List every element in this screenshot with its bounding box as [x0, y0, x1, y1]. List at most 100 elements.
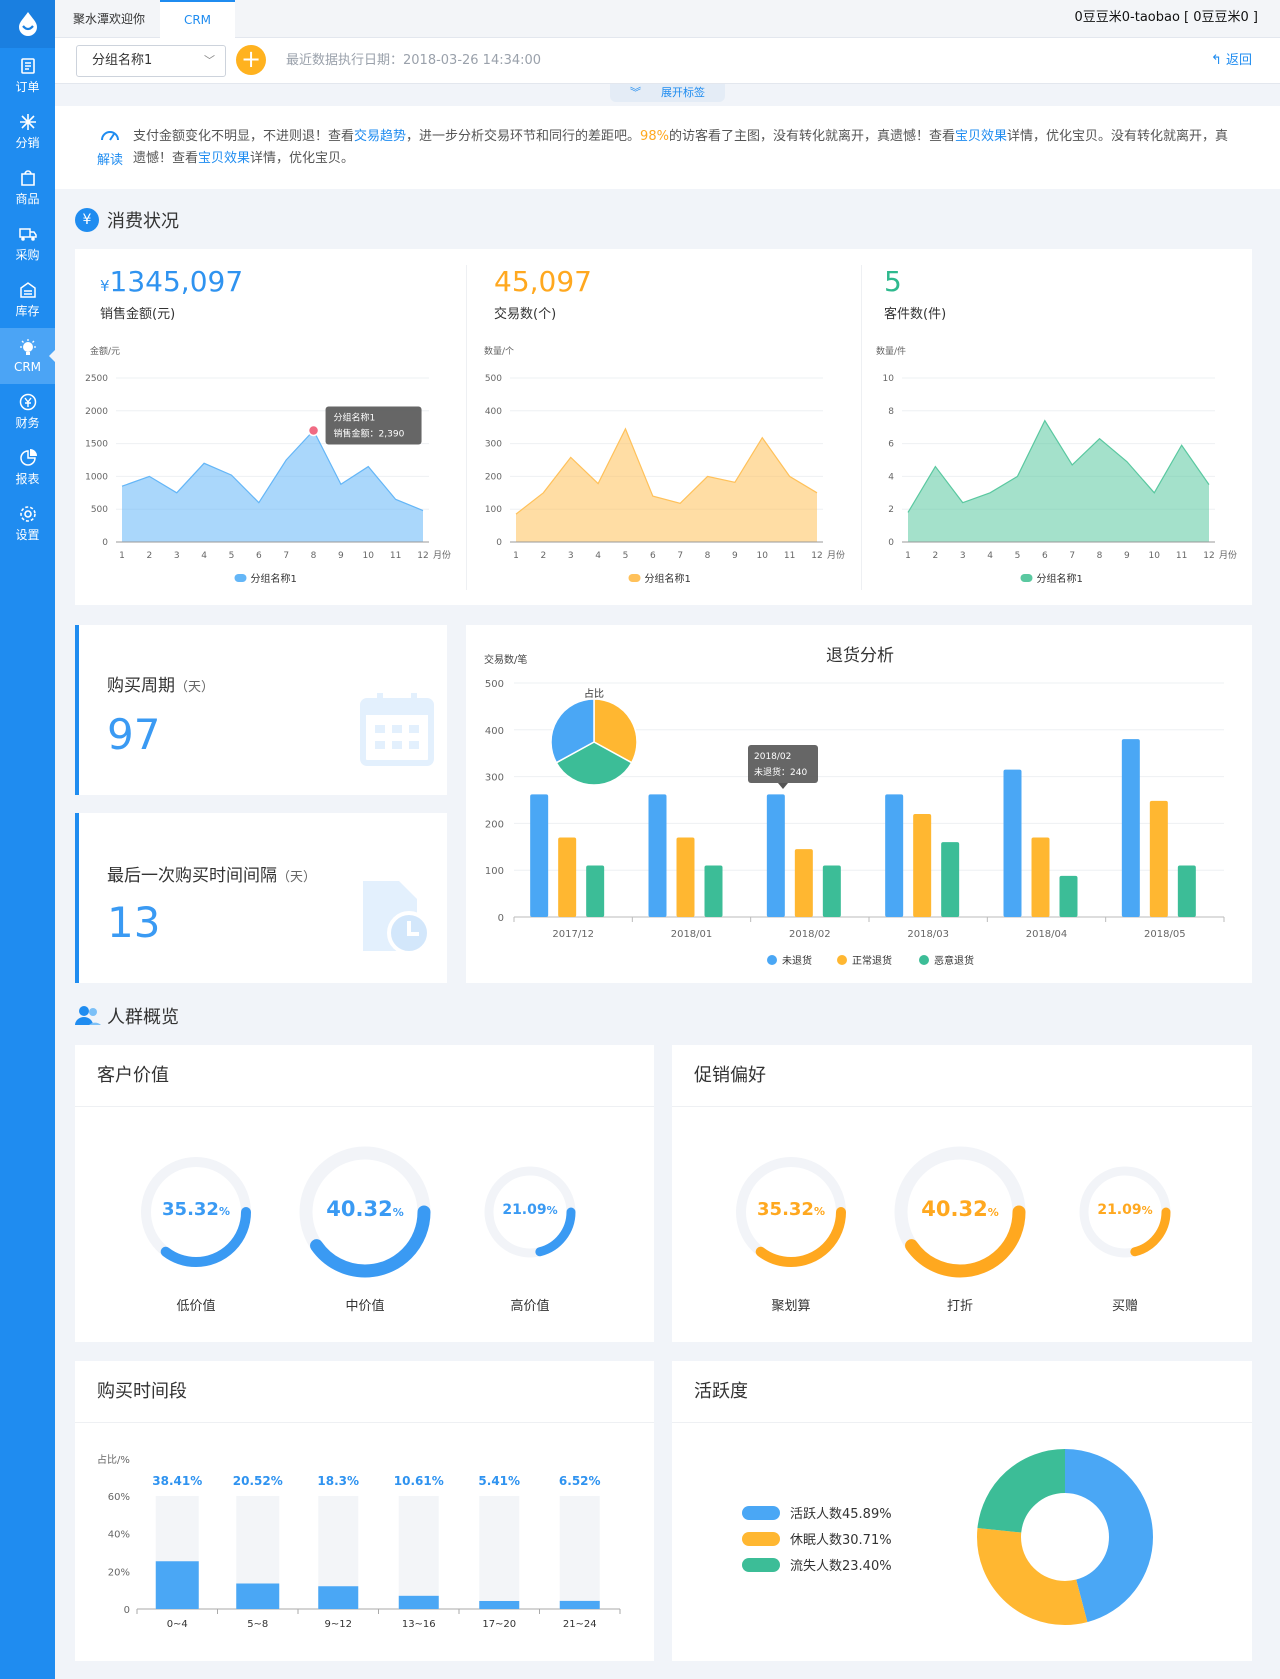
sidebar: 订单 分销 商品 采购 库存 CRM 财务报表设置 — [0, 0, 55, 1679]
tick-label: 1 — [905, 551, 911, 561]
legend-label: 活跃人数45.89% — [790, 1507, 892, 1522]
y-tick-label: 60% — [108, 1492, 130, 1503]
distribution-icon — [19, 114, 36, 130]
y-axis-label: 交易数/笔 — [484, 653, 527, 666]
ring-value-number: 21.09 — [502, 1202, 547, 1219]
ring-label: 中价值 — [345, 1299, 385, 1314]
category-label: 2018/04 — [1026, 929, 1068, 940]
activity-donut-chart — [977, 1449, 1153, 1625]
tick-label: 4 — [201, 551, 207, 561]
tick-label: 2 — [932, 551, 938, 561]
y-tick-label: 0 — [124, 1605, 130, 1616]
tab-crm[interactable]: CRM — [160, 0, 235, 38]
trade-count-chart: 数量/个01002003004005001 2 3 4 5 6 7 8 9 10 11 12 月份分组名… — [484, 345, 845, 585]
category-label: 17~20 — [482, 1619, 516, 1630]
report-icon — [19, 449, 37, 466]
back-label: 返回 — [1225, 53, 1252, 68]
legend-swatch — [742, 1505, 780, 1520]
stat-unit: （天） — [277, 870, 317, 885]
tick-label: 4 — [987, 551, 993, 561]
top-tab-bar: 聚水潭欢迎你 CRM 0豆豆米0-taobao [ 0豆豆米0 ] — [55, 0, 1280, 38]
insight-icon-area[interactable]: 解读 — [95, 128, 125, 172]
tick-label: 400 — [485, 407, 502, 417]
stat-label-text: 购买周期 — [107, 676, 175, 696]
items-per-customer-chart: 数量/件02468101 2 3 4 5 6 7 8 9 10 11 12 月份分组名称1 — [876, 345, 1237, 585]
return-bar — [766, 794, 785, 917]
sidebar-item-0[interactable]: 订单 — [0, 48, 55, 104]
return-bar — [676, 837, 695, 917]
back-arrow-icon: ↰ — [1210, 53, 1226, 68]
currency-symbol: ¥ — [100, 277, 110, 295]
stat-card-purchase-cycle: 购买周期（天） 97 — [75, 625, 447, 795]
tick-label: 8 — [1097, 551, 1103, 561]
ring-value: 40.32% — [890, 1197, 1030, 1221]
ring-value-unit: % — [546, 1204, 558, 1218]
link-trade-trend[interactable]: 交易趋势 — [354, 129, 406, 144]
link-item-effect-2[interactable]: 宝贝效果 — [198, 151, 250, 166]
category-label: 21~24 — [563, 1619, 597, 1630]
kpi-items-per-customer: 5 — [884, 265, 902, 298]
bar-pct-label: 38.41% — [152, 1474, 202, 1488]
tab-welcome[interactable]: 聚水潭欢迎你 — [55, 0, 163, 38]
buy-time-title: 购买时间段 — [75, 1361, 654, 1423]
order-icon — [20, 58, 35, 74]
sidebar-item-8[interactable]: 设置 — [0, 496, 55, 552]
tick-label: 5 — [1015, 551, 1021, 561]
insight-pct: 98% — [640, 129, 669, 144]
sidebar-item-1[interactable]: 分销 — [0, 104, 55, 160]
exec-date: 最近数据执行日期：2018-03-26 14:34:00 — [286, 53, 542, 68]
expand-tags: ︾ 展开标签 — [55, 84, 1280, 106]
legend-swatch — [1020, 574, 1033, 582]
tick-label: 7 — [677, 551, 683, 561]
insight-p5: 详情，优化宝贝。 — [250, 151, 355, 166]
expand-tags-button[interactable]: ︾ 展开标签 — [610, 84, 725, 102]
tick-label: 3 — [174, 551, 180, 561]
y-axis-label: 数量/件 — [876, 345, 906, 357]
tick-label: 100 — [485, 866, 504, 877]
insight-p1: 支付金额变化不明显，不进则退！查看 — [133, 129, 355, 144]
tick-label: 7 — [283, 551, 289, 561]
sidebar-item-2[interactable]: 商品 — [0, 160, 55, 216]
crm-bulb-icon — [19, 338, 36, 355]
add-group-button[interactable]: + — [236, 45, 266, 75]
toolbar: 分组名称1 ﹀ + 最近数据执行日期：2018-03-26 14:34:00 ↰ … — [55, 38, 1280, 84]
back-button[interactable]: ↰ 返回 — [1211, 38, 1252, 84]
tick-label: 8 — [705, 551, 711, 561]
section-consumption-title: ¥ 消费状况 — [75, 207, 179, 233]
bar-track — [559, 1496, 600, 1609]
x-axis-unit: 月份 — [827, 549, 845, 561]
gauge-icon — [101, 131, 119, 141]
ring-value-number: 21.09 — [1097, 1202, 1142, 1219]
return-bar — [1059, 875, 1078, 917]
sidebar-item-5[interactable]: CRM — [0, 328, 55, 384]
y-axis-label: 占比/% — [97, 1453, 130, 1466]
activity-legend-active: 活跃人数45.89% — [742, 1503, 892, 1522]
water-drop-logo-icon — [18, 12, 37, 36]
tick-label: 8 — [311, 551, 317, 561]
tick-label: 1 — [513, 551, 519, 561]
sidebar-item-6[interactable]: 财务 — [0, 384, 55, 440]
link-item-effect[interactable]: 宝贝效果 — [955, 129, 1007, 144]
tick-label: 2500 — [85, 374, 108, 384]
time-bar — [236, 1583, 280, 1609]
sidebar-item-label: 报表 — [15, 472, 40, 486]
user-account-menu[interactable]: 0豆豆米0-taobao [ 0豆豆米0 ] — [1074, 0, 1258, 36]
kpi-sales-value: 1345,097 — [109, 265, 244, 298]
ring-label: 买赠 — [1111, 1299, 1138, 1314]
y-axis-label: 金额/元 — [90, 345, 120, 357]
return-bar — [941, 842, 960, 917]
sidebar-item-7[interactable]: 报表 — [0, 440, 55, 496]
calendar-icon — [360, 693, 434, 766]
return-bar — [822, 865, 841, 917]
sidebar-item-3[interactable]: 采购 — [0, 216, 55, 272]
pie-title: 占比 — [584, 687, 604, 700]
app-logo[interactable] — [0, 0, 55, 48]
return-analysis-chart: 退货分析 交易数/笔 0 100 200 300 400 500 2017/12 2018/01 2… — [484, 646, 1225, 967]
legend-swatch — [628, 574, 641, 582]
sidebar-item-4[interactable]: 库存 — [0, 272, 55, 328]
legend-label: 流失人数23.40% — [790, 1559, 892, 1574]
tooltip-text: 未退货：240 — [754, 766, 807, 778]
group-select[interactable]: 分组名称1 ﹀ — [76, 45, 226, 77]
legend-swatch — [837, 955, 847, 965]
legend-label: 恶意退货 — [934, 954, 974, 967]
